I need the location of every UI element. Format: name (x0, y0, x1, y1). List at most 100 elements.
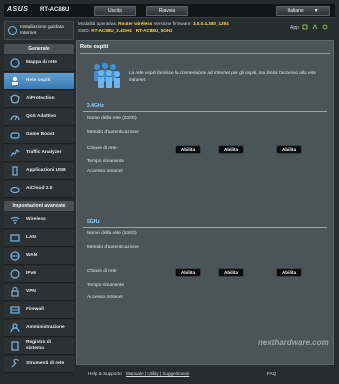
lan-icon (9, 232, 21, 244)
sidebar-item-label: Mappa di rete (26, 60, 57, 65)
sidebar-item-label: Firewall (26, 307, 44, 312)
aiprotection-icon (9, 93, 21, 105)
sidebar-item-vpn[interactable]: VPN (4, 284, 74, 301)
sidebar-item-label: Registro di sistema (26, 340, 52, 351)
admin-icon (9, 322, 21, 334)
status-bar: Modalità operativa: Router wireless Vers… (76, 19, 334, 39)
sidebar-item-usb-apps[interactable]: Applicazioni USB (4, 163, 74, 180)
language-label: Italiano (287, 8, 304, 14)
ssid-row-label: Nome della rete (SSID) (87, 231, 137, 236)
footer: Help & Supporto Manuale | Utility | Sugg… (4, 367, 335, 381)
sidebar-item-qos[interactable]: QoS Adattivo (4, 109, 74, 126)
quick-setup-button[interactable]: Installazione guidata Internet (4, 21, 74, 40)
logout-button[interactable]: Uscita (94, 6, 136, 16)
sidebar: Installazione guidata Internet Generale … (4, 19, 74, 373)
enable-button[interactable]: Abilita (175, 268, 201, 277)
auth-method-row-label: Metodo d'autenticazione (87, 245, 139, 250)
internet-status-icon[interactable] (312, 24, 318, 30)
sidebar-item-label: Wireless (26, 217, 46, 222)
asus-logo: ASUS (7, 6, 29, 13)
ssid-label: SSID: (78, 28, 90, 33)
auth-method-row-label: Metodo d'autenticazione (87, 130, 139, 135)
ssid-values: RT-AC88U_2.4GHz RT-AC88U_5GHz (91, 28, 173, 33)
sidebar-item-label: IPv6 (26, 271, 36, 276)
sidebar-item-network-map[interactable]: Mappa di rete (4, 55, 74, 72)
guest-network-description: La rete ospiti fornisce la connessione a… (129, 70, 316, 82)
mode-value[interactable]: Router wireless (118, 21, 152, 26)
sidebar-item-guest-network[interactable]: Rete ospiti (4, 73, 74, 90)
network-key-row-label: Chiave di rete (87, 146, 117, 151)
general-header: Generale (4, 44, 74, 54)
wan-icon (9, 250, 21, 262)
band-title-2g: 2.4GHz (87, 103, 104, 109)
enable-button[interactable]: Abilita (276, 145, 302, 154)
sidebar-item-label: Applicazioni USB (26, 168, 66, 173)
guest-network-icon (9, 75, 21, 87)
system-log-icon (9, 340, 21, 352)
intranet-access-row-label: Accesso Intranet (87, 295, 123, 300)
globe-icon (8, 26, 17, 35)
page-title: Rete ospiti (80, 44, 109, 50)
traffic-analyzer-icon (9, 147, 21, 159)
sidebar-item-system-log[interactable]: Registro di sistema (4, 338, 74, 355)
aicloud-icon (9, 183, 21, 195)
firmware-label: Versione firmware: (153, 21, 192, 26)
advanced-header: Impostazioni avanzate (4, 201, 74, 211)
sidebar-item-aicloud[interactable]: AiCloud 2.0 (4, 181, 74, 198)
faq-link[interactable]: FAQ (267, 371, 276, 376)
sidebar-item-firewall[interactable]: Firewall (4, 302, 74, 319)
sidebar-item-label: Amministrazione (26, 325, 65, 330)
enable-button[interactable]: Abilita (175, 145, 201, 154)
sidebar-item-wireless[interactable]: Wireless (4, 212, 74, 229)
footer-links[interactable]: Manuale | Utility | Suggerimenti (126, 371, 189, 376)
divider (80, 53, 330, 54)
sidebar-item-wan[interactable]: WAN (4, 248, 74, 265)
network-map-icon (9, 57, 21, 69)
sidebar-item-aiprotection[interactable]: AiProtection (4, 91, 74, 108)
firewall-icon (9, 304, 21, 316)
divider (83, 111, 327, 112)
sidebar-item-label: Game Boost (26, 132, 55, 137)
router-admin-page: ASUS RT-AC88U Uscita Riavvia Italiano ▼ … (0, 0, 339, 384)
enable-button[interactable]: Abilita (218, 145, 244, 154)
sidebar-item-label: LAN (26, 235, 36, 240)
watermark: nexthardware.com (258, 338, 329, 347)
sidebar-item-administration[interactable]: Amministrazione (4, 320, 74, 337)
language-select[interactable]: Italiano ▼ (276, 6, 330, 16)
sidebar-item-label: Traffic Analyzer (26, 150, 62, 155)
sidebar-item-label: AiCloud 2.0 (26, 186, 53, 191)
wireless-icon (9, 214, 21, 226)
usb-status-icon[interactable] (302, 24, 308, 30)
sidebar-item-label: Rete ospiti (26, 78, 51, 83)
game-boost-icon (9, 129, 21, 141)
sidebar-item-label: QoS Adattivo (26, 114, 57, 119)
sidebar-item-game-boost[interactable]: Game Boost (4, 127, 74, 144)
intranet-access-row-label: Accesso Intranet (87, 169, 123, 174)
quick-setup-label: Installazione guidata Internet (20, 25, 64, 36)
sidebar-item-label: WAN (26, 253, 38, 258)
enable-button[interactable]: Abilita (218, 268, 244, 277)
vpn-icon (9, 286, 21, 298)
time-remaining-row-label: Tempo rimanente (87, 283, 125, 288)
guest-users-icon (94, 62, 120, 88)
enable-button[interactable]: Abilita (276, 268, 302, 277)
qos-icon (9, 111, 21, 123)
reboot-button[interactable]: Riavvia (146, 6, 188, 16)
sidebar-item-label: AiProtection (26, 96, 55, 101)
chevron-down-icon: ▼ (313, 8, 319, 14)
ssid-row-label: Nome della rete (SSID) (87, 116, 137, 121)
help-support-link[interactable]: Help & Supporto (88, 371, 122, 376)
sidebar-item-traffic-analyzer[interactable]: Traffic Analyzer (4, 145, 74, 162)
ipv6-icon (9, 268, 21, 280)
band-title-5g: 5GHz (87, 219, 100, 225)
firmware-value[interactable]: 3.0.0.4.380_1354 (193, 21, 229, 26)
sidebar-item-ipv6[interactable]: IPv6 (4, 266, 74, 283)
time-remaining-row-label: Tempo rimanente (87, 159, 125, 164)
network-key-row-label: Chiave di rete (87, 269, 117, 274)
app-label[interactable]: App (290, 25, 299, 31)
sidebar-item-label: VPN (26, 289, 36, 294)
sidebar-item-lan[interactable]: LAN (4, 230, 74, 247)
divider (83, 227, 327, 228)
top-bar: ASUS RT-AC88U Uscita Riavvia Italiano ▼ (4, 4, 335, 18)
wifi-status-icon[interactable] (322, 24, 328, 30)
